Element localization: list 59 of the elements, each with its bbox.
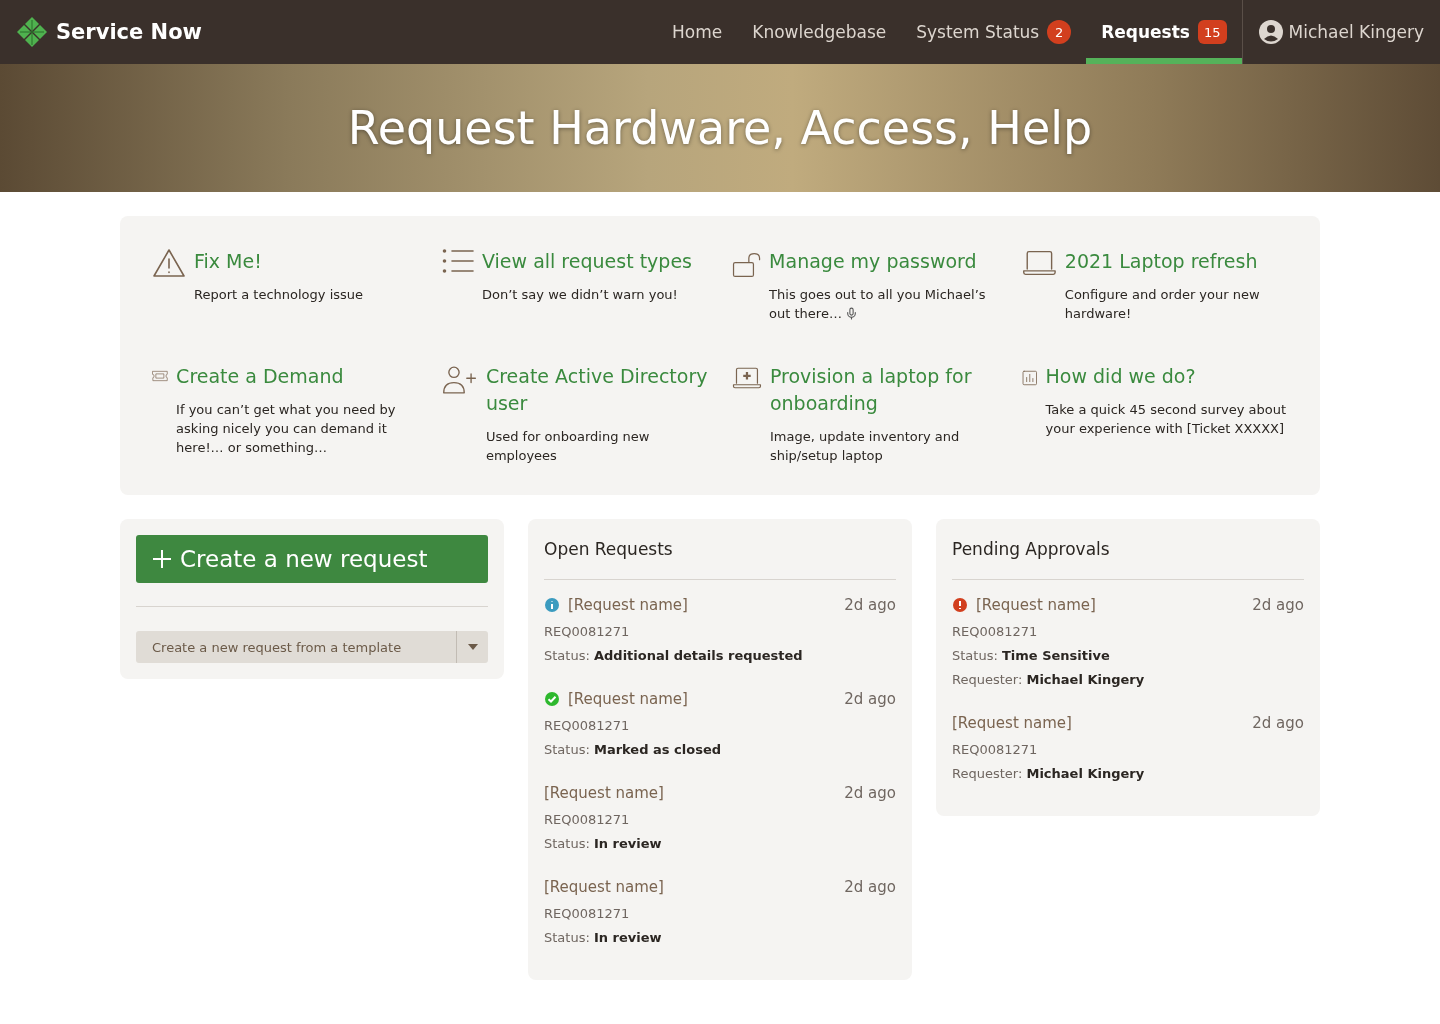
quick-link-description: Used for onboarding new employees (485, 428, 651, 465)
request-number: REQ0081271 (544, 624, 631, 639)
quick-link[interactable]: Create a Demand (176, 363, 426, 390)
request-field: Requester: Michael Kingery (952, 766, 1304, 781)
request-time: 2d ago (844, 878, 896, 896)
request-name-link[interactable]: [Request name] (544, 784, 837, 802)
request-time: 2d ago (844, 690, 896, 708)
card-title: Open Requests (544, 539, 674, 559)
count-badge: 2 (1047, 20, 1072, 44)
quick-link-description: Configure and order your new hardware! (1064, 286, 1261, 323)
quick-link[interactable]: View all request types (482, 248, 692, 275)
nav-link[interactable]: Knowledgebase (737, 0, 902, 64)
quick-link[interactable]: Provision a laptop for onboarding (769, 363, 1006, 417)
quick-link[interactable]: 2021 Laptop refresh (1064, 248, 1296, 275)
quick-link-description: Take a quick 45 second survey about your experience with [Ticket XXXXX] (1045, 401, 1288, 438)
request-name-link[interactable]: [Request name] (568, 690, 837, 708)
request-name-link[interactable]: [Request name] (568, 596, 837, 614)
request-time: 2d ago (844, 596, 896, 614)
brand-name: Service Now (56, 20, 202, 44)
request-name-link[interactable]: [Request name] (544, 878, 837, 896)
request-name-link[interactable]: [Request name] (976, 596, 1245, 614)
quick-link[interactable]: Manage my password (769, 248, 1006, 275)
template-select[interactable]: Create a new request from a template (136, 631, 488, 663)
quick-link-description: Image, update inventory and ship/setup laptop (769, 428, 961, 465)
quick-link[interactable]: How did we do? (1045, 363, 1296, 390)
request-field: Status: In review (544, 836, 896, 851)
quick-link-description: If you can’t get what you need by asking nicely you can demand it here!… or something… (176, 401, 397, 457)
request-number: REQ0081271 (544, 718, 631, 733)
count-badge: 15 (1198, 20, 1227, 44)
request-time: 2d ago (1252, 714, 1304, 732)
list-icon (442, 248, 474, 274)
request-name-link[interactable]: [Request name] (952, 714, 1245, 732)
nav-link[interactable]: System Status 2 (901, 0, 1087, 64)
request-field: Requester: Michael Kingery (952, 672, 1304, 687)
create-request-button[interactable]: Create a new request (136, 535, 488, 583)
request-field: Status: Time Sensitive (952, 648, 1304, 663)
quick-link[interactable]: Fix Me! (194, 248, 364, 275)
quick-link[interactable]: Create Active Directory user (485, 363, 716, 417)
request-field: Status: Additional details requested (544, 648, 896, 663)
request-number: REQ0081271 (544, 812, 631, 827)
request-field: Status: In review (544, 930, 896, 945)
quick-link-description: Don’t say we didn’t warn you! (482, 286, 679, 304)
quick-link-description: This goes out to all you Michael’s out there… (769, 286, 987, 323)
request-number: REQ0081271 (952, 742, 1039, 757)
quick-link-description: Report a technology issue (194, 286, 364, 304)
laptop-icon (1022, 248, 1057, 278)
request-time: 2d ago (1252, 596, 1304, 614)
request-number: REQ0081271 (952, 624, 1039, 639)
request-field: Status: Marked as closed (544, 742, 896, 757)
leaf-logo-icon (16, 16, 48, 48)
plus-icon (152, 549, 172, 569)
warning-icon (152, 248, 186, 278)
caret-icon (467, 644, 478, 650)
hero-title: Request Hardware, Access, Help (347, 101, 1093, 155)
user-avatar-icon (1258, 20, 1283, 44)
request-number: REQ0081271 (544, 906, 631, 921)
request-time: 2d ago (844, 784, 896, 802)
nav-link[interactable]: Home (657, 0, 738, 64)
card-title: Pending Approvals (952, 539, 1111, 559)
